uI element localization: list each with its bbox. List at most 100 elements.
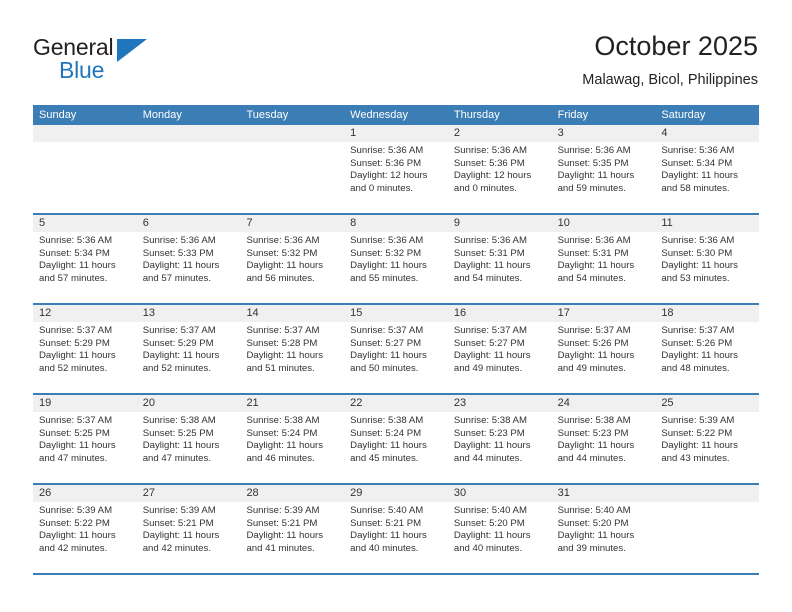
calendar-day-cell[interactable]: 14 Sunrise: 5:37 AM Sunset: 5:28 PM Dayligh… bbox=[240, 305, 345, 393]
day-sunrise-line: Sunrise: 5:37 AM bbox=[350, 325, 424, 336]
day-daylight-line: Daylight: 11 hours bbox=[661, 170, 738, 182]
day-sunrise-line: Sunrise: 5:36 AM bbox=[661, 235, 735, 246]
calendar-day-cell[interactable]: 20 Sunrise: 5:38 AM Sunset: 5:25 PM Dayligh… bbox=[136, 395, 241, 483]
day-sunset-line: Sunset: 5:33 PM bbox=[142, 247, 214, 259]
weekday-header-thursday: Thursday bbox=[453, 109, 500, 121]
day-sunset-line: Sunset: 5:21 PM bbox=[246, 517, 318, 529]
page-subtitle: Malawag, Bicol, Philippines bbox=[582, 72, 758, 88]
calendar-day-cell[interactable]: 22 Sunrise: 5:38 AM Sunset: 5:24 PM Dayligh… bbox=[344, 395, 448, 483]
day-number: 19 bbox=[33, 395, 137, 412]
calendar-day-cell[interactable]: 28 Sunrise: 5:39 AM Sunset: 5:21 PM Dayligh… bbox=[240, 485, 345, 573]
day-sunrise-line: Sunrise: 5:38 AM bbox=[350, 415, 424, 426]
day-daylight-line: Daylight: 11 hours bbox=[142, 440, 220, 452]
calendar-day-cell[interactable]: 30 Sunrise: 5:40 AM Sunset: 5:20 PM Dayligh… bbox=[447, 485, 552, 573]
day-details: Sunrise: 5:38 AM Sunset: 5:23 PM Daylight:… bbox=[552, 412, 656, 465]
calendar-day-cell[interactable]: 12 Sunrise: 5:37 AM Sunset: 5:29 PM Dayligh… bbox=[33, 305, 137, 393]
calendar-day-cell[interactable]: 6 Sunrise: 5:36 AM Sunset: 5:33 PM Daylight… bbox=[136, 215, 241, 303]
day-sunset-line: Sunset: 5:24 PM bbox=[350, 427, 422, 439]
page-header: General Blue October 2025 Malawag, Bicol… bbox=[0, 0, 792, 100]
day-daylight-line: and 40 minutes. bbox=[350, 542, 419, 554]
calendar-day-cell[interactable]: 26 Sunrise: 5:39 AM Sunset: 5:22 PM Dayligh… bbox=[33, 485, 137, 573]
day-daylight-line: Daylight: 11 hours bbox=[661, 260, 738, 272]
day-number: 20 bbox=[136, 395, 241, 412]
calendar-day-cell[interactable]: 16 Sunrise: 5:37 AM Sunset: 5:27 PM Dayligh… bbox=[447, 305, 552, 393]
calendar-day-cell[interactable]: 3 Sunrise: 5:36 AM Sunset: 5:35 PM Daylight… bbox=[551, 125, 656, 213]
calendar-week-row: 5 Sunrise: 5:36 AM Sunset: 5:34 PM Daylight… bbox=[33, 215, 760, 305]
calendar-week-row: 1 Sunrise: 5:36 AM Sunset: 5:36 PM Daylight… bbox=[33, 125, 760, 215]
day-daylight-line: and 40 minutes. bbox=[453, 542, 523, 554]
calendar-day-cell[interactable]: 1 Sunrise: 5:36 AM Sunset: 5:36 PM Daylight… bbox=[344, 125, 448, 213]
calendar-day-cell[interactable]: 29 Sunrise: 5:40 AM Sunset: 5:21 PM Dayligh… bbox=[344, 485, 448, 573]
day-daylight-line: and 49 minutes. bbox=[453, 362, 523, 374]
calendar-week-row: 26 Sunrise: 5:39 AM Sunset: 5:22 PM Dayligh… bbox=[33, 485, 760, 575]
day-sunrise-line: Sunrise: 5:37 AM bbox=[39, 325, 113, 336]
day-sunset-line: Sunset: 5:22 PM bbox=[39, 517, 110, 529]
day-details: Sunrise: 5:36 AM Sunset: 5:36 PM Daylight:… bbox=[448, 142, 552, 195]
calendar-day-cell[interactable]: 11 Sunrise: 5:36 AM Sunset: 5:30 PM Dayligh… bbox=[655, 215, 760, 303]
day-number: 16 bbox=[447, 305, 552, 322]
calendar-day-cell[interactable]: 8 Sunrise: 5:36 AM Sunset: 5:32 PM Daylight… bbox=[344, 215, 448, 303]
day-number: 21 bbox=[240, 395, 345, 412]
day-sunset-line: Sunset: 5:20 PM bbox=[453, 517, 525, 529]
calendar-day-cell[interactable]: 21 Sunrise: 5:38 AM Sunset: 5:24 PM Dayligh… bbox=[240, 395, 345, 483]
weekday-header-friday: Friday bbox=[557, 109, 589, 121]
day-daylight-line: Daylight: 11 hours bbox=[453, 350, 531, 362]
day-daylight-line: Daylight: 11 hours bbox=[142, 260, 220, 272]
day-details: Sunrise: 5:39 AM Sunset: 5:21 PM Daylight:… bbox=[240, 502, 344, 555]
day-sunrise-line: Sunrise: 5:40 AM bbox=[350, 505, 424, 516]
calendar-day-cell[interactable]: 17 Sunrise: 5:37 AM Sunset: 5:26 PM Dayligh… bbox=[551, 305, 656, 393]
day-details: Sunrise: 5:36 AM Sunset: 5:33 PM Daylight:… bbox=[137, 232, 241, 285]
calendar-day-cell[interactable]: 31 Sunrise: 5:40 AM Sunset: 5:20 PM Dayligh… bbox=[551, 485, 656, 573]
day-sunrise-line: Sunrise: 5:36 AM bbox=[453, 235, 527, 246]
day-sunrise-line: Sunrise: 5:39 AM bbox=[661, 415, 735, 426]
day-daylight-line: and 57 minutes. bbox=[142, 272, 211, 284]
day-number: 3 bbox=[551, 125, 656, 142]
day-details: Sunrise: 5:37 AM Sunset: 5:29 PM Daylight:… bbox=[137, 322, 241, 375]
day-daylight-line: and 43 minutes. bbox=[661, 452, 730, 464]
day-number: 2 bbox=[447, 125, 552, 142]
calendar-day-cell[interactable]: 23 Sunrise: 5:38 AM Sunset: 5:23 PM Dayligh… bbox=[447, 395, 552, 483]
day-details: Sunrise: 5:36 AM Sunset: 5:36 PM Daylight:… bbox=[344, 142, 448, 195]
day-number: 4 bbox=[655, 125, 760, 142]
calendar-day-cell[interactable]: 4 Sunrise: 5:36 AM Sunset: 5:34 PM Daylight… bbox=[655, 125, 760, 213]
day-details: Sunrise: 5:40 AM Sunset: 5:20 PM Daylight:… bbox=[448, 502, 552, 555]
day-daylight-line: and 44 minutes. bbox=[557, 452, 626, 464]
calendar-day-cell[interactable]: 18 Sunrise: 5:37 AM Sunset: 5:26 PM Dayligh… bbox=[655, 305, 760, 393]
calendar-day-cell[interactable]: 10 Sunrise: 5:36 AM Sunset: 5:31 PM Dayligh… bbox=[551, 215, 656, 303]
day-number: 5 bbox=[33, 215, 137, 232]
day-details: Sunrise: 5:39 AM Sunset: 5:22 PM Daylight:… bbox=[33, 502, 137, 555]
calendar-day-cell[interactable]: 15 Sunrise: 5:37 AM Sunset: 5:27 PM Dayligh… bbox=[344, 305, 448, 393]
day-daylight-line: Daylight: 11 hours bbox=[557, 260, 635, 272]
day-daylight-line: Daylight: 11 hours bbox=[557, 440, 635, 452]
calendar-day-cell[interactable]: 5 Sunrise: 5:36 AM Sunset: 5:34 PM Daylight… bbox=[33, 215, 137, 303]
day-sunset-line: Sunset: 5:23 PM bbox=[557, 427, 629, 439]
day-sunrise-line: Sunrise: 5:36 AM bbox=[350, 145, 424, 156]
calendar-day-cell[interactable]: 7 Sunrise: 5:36 AM Sunset: 5:32 PM Daylight… bbox=[240, 215, 345, 303]
day-number: 24 bbox=[551, 395, 656, 412]
calendar-weeks: 1 Sunrise: 5:36 AM Sunset: 5:36 PM Daylight… bbox=[33, 125, 760, 575]
day-number: 23 bbox=[447, 395, 552, 412]
title-block: October 2025 Malawag, Bicol, Philippines bbox=[582, 30, 758, 90]
day-daylight-line: Daylight: 11 hours bbox=[453, 530, 531, 542]
day-daylight-line: and 51 minutes. bbox=[246, 362, 315, 374]
calendar-day-cell[interactable]: 27 Sunrise: 5:39 AM Sunset: 5:21 PM Dayligh… bbox=[136, 485, 241, 573]
day-number: 30 bbox=[447, 485, 552, 502]
calendar-day-cell[interactable]: 24 Sunrise: 5:38 AM Sunset: 5:23 PM Dayligh… bbox=[551, 395, 656, 483]
day-details: Sunrise: 5:36 AM Sunset: 5:31 PM Daylight:… bbox=[552, 232, 656, 285]
day-sunrise-line: Sunrise: 5:39 AM bbox=[246, 505, 320, 516]
calendar-day-cell[interactable]: 25 Sunrise: 5:39 AM Sunset: 5:22 PM Dayligh… bbox=[655, 395, 760, 483]
day-sunset-line: Sunset: 5:34 PM bbox=[39, 247, 110, 259]
calendar-day-cell[interactable]: 19 Sunrise: 5:37 AM Sunset: 5:25 PM Dayligh… bbox=[33, 395, 137, 483]
weekday-header-wednesday: Wednesday bbox=[350, 109, 409, 121]
page-title: October 2025 bbox=[594, 31, 758, 61]
weekday-header-sunday: Sunday bbox=[39, 109, 77, 121]
day-details: Sunrise: 5:37 AM Sunset: 5:28 PM Daylight:… bbox=[240, 322, 344, 375]
calendar-day-cell[interactable]: 2 Sunrise: 5:36 AM Sunset: 5:36 PM Daylight… bbox=[447, 125, 552, 213]
calendar-day-cell[interactable]: 9 Sunrise: 5:36 AM Sunset: 5:31 PM Daylight… bbox=[447, 215, 552, 303]
day-daylight-line: and 48 minutes. bbox=[661, 362, 730, 374]
day-sunrise-line: Sunrise: 5:37 AM bbox=[661, 325, 735, 336]
day-daylight-line: and 52 minutes. bbox=[142, 362, 211, 374]
logo-triangle-icon bbox=[117, 39, 147, 62]
weekday-header-row: Sunday Monday Tuesday Wednesday Thursday Frid… bbox=[33, 105, 759, 125]
calendar-day-cell[interactable]: 13 Sunrise: 5:37 AM Sunset: 5:29 PM Dayligh… bbox=[136, 305, 241, 393]
